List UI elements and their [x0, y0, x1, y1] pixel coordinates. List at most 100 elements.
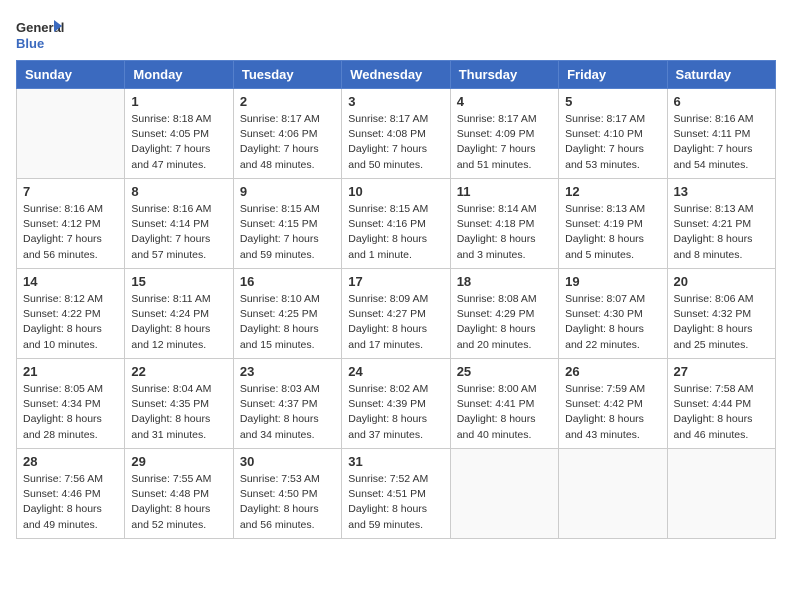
col-header-wednesday: Wednesday — [342, 61, 450, 89]
calendar-week-row: 28 Sunrise: 7:56 AM Sunset: 4:46 PM Dayli… — [17, 449, 776, 539]
cell-info: Sunrise: 8:16 AM Sunset: 4:11 PM Dayligh… — [674, 112, 769, 173]
col-header-friday: Friday — [559, 61, 667, 89]
day-number: 16 — [240, 274, 335, 289]
day-number: 12 — [565, 184, 660, 199]
day-number: 17 — [348, 274, 443, 289]
calendar-cell: 2 Sunrise: 8:17 AM Sunset: 4:06 PM Daylig… — [233, 89, 341, 179]
calendar-cell: 9 Sunrise: 8:15 AM Sunset: 4:15 PM Daylig… — [233, 179, 341, 269]
calendar-cell: 16 Sunrise: 8:10 AM Sunset: 4:25 PM Dayli… — [233, 269, 341, 359]
calendar-cell: 27 Sunrise: 7:58 AM Sunset: 4:44 PM Dayli… — [667, 359, 775, 449]
cell-info: Sunrise: 7:58 AM Sunset: 4:44 PM Dayligh… — [674, 382, 769, 443]
day-number: 30 — [240, 454, 335, 469]
calendar-cell: 10 Sunrise: 8:15 AM Sunset: 4:16 PM Dayli… — [342, 179, 450, 269]
cell-info: Sunrise: 8:17 AM Sunset: 4:09 PM Dayligh… — [457, 112, 552, 173]
cell-info: Sunrise: 7:53 AM Sunset: 4:50 PM Dayligh… — [240, 472, 335, 533]
day-number: 6 — [674, 94, 769, 109]
day-number: 18 — [457, 274, 552, 289]
calendar-cell — [667, 449, 775, 539]
cell-info: Sunrise: 8:16 AM Sunset: 4:12 PM Dayligh… — [23, 202, 118, 263]
page-header: General Blue — [16, 16, 776, 52]
day-number: 24 — [348, 364, 443, 379]
cell-info: Sunrise: 8:15 AM Sunset: 4:16 PM Dayligh… — [348, 202, 443, 263]
day-number: 4 — [457, 94, 552, 109]
cell-info: Sunrise: 8:08 AM Sunset: 4:29 PM Dayligh… — [457, 292, 552, 353]
calendar-cell: 5 Sunrise: 8:17 AM Sunset: 4:10 PM Daylig… — [559, 89, 667, 179]
cell-info: Sunrise: 8:14 AM Sunset: 4:18 PM Dayligh… — [457, 202, 552, 263]
calendar-cell: 26 Sunrise: 7:59 AM Sunset: 4:42 PM Dayli… — [559, 359, 667, 449]
cell-info: Sunrise: 8:10 AM Sunset: 4:25 PM Dayligh… — [240, 292, 335, 353]
cell-info: Sunrise: 8:00 AM Sunset: 4:41 PM Dayligh… — [457, 382, 552, 443]
day-number: 19 — [565, 274, 660, 289]
calendar-cell: 8Sunrise: 8:16 AM Sunset: 4:14 PM Daylig… — [125, 179, 233, 269]
cell-info: Sunrise: 8:17 AM Sunset: 4:08 PM Dayligh… — [348, 112, 443, 173]
calendar-cell: 20 Sunrise: 8:06 AM Sunset: 4:32 PM Dayli… — [667, 269, 775, 359]
calendar-cell: 7 Sunrise: 8:16 AM Sunset: 4:12 PM Daylig… — [17, 179, 125, 269]
cell-info: Sunrise: 7:56 AM Sunset: 4:46 PM Dayligh… — [23, 472, 118, 533]
calendar-cell: 6 Sunrise: 8:16 AM Sunset: 4:11 PM Daylig… — [667, 89, 775, 179]
calendar-cell: 19 Sunrise: 8:07 AM Sunset: 4:30 PM Dayli… — [559, 269, 667, 359]
day-number: 5 — [565, 94, 660, 109]
day-number: 21 — [23, 364, 118, 379]
calendar-cell: 15Sunrise: 8:11 AM Sunset: 4:24 PM Dayli… — [125, 269, 233, 359]
day-number: 26 — [565, 364, 660, 379]
calendar-cell: 17 Sunrise: 8:09 AM Sunset: 4:27 PM Dayli… — [342, 269, 450, 359]
day-number: 14 — [23, 274, 118, 289]
cell-info: Sunrise: 8:12 AM Sunset: 4:22 PM Dayligh… — [23, 292, 118, 353]
col-header-tuesday: Tuesday — [233, 61, 341, 89]
calendar-cell — [450, 449, 558, 539]
svg-text:Blue: Blue — [16, 36, 44, 51]
day-number: 9 — [240, 184, 335, 199]
day-number: 23 — [240, 364, 335, 379]
calendar-cell — [17, 89, 125, 179]
cell-info: Sunrise: 8:09 AM Sunset: 4:27 PM Dayligh… — [348, 292, 443, 353]
day-number: 31 — [348, 454, 443, 469]
cell-info: Sunrise: 8:07 AM Sunset: 4:30 PM Dayligh… — [565, 292, 660, 353]
cell-info: Sunrise: 8:17 AM Sunset: 4:06 PM Dayligh… — [240, 112, 335, 173]
day-number: 28 — [23, 454, 118, 469]
calendar-cell: 24 Sunrise: 8:02 AM Sunset: 4:39 PM Dayli… — [342, 359, 450, 449]
cell-info: Sunrise: 8:03 AM Sunset: 4:37 PM Dayligh… — [240, 382, 335, 443]
day-number: 29 — [131, 454, 226, 469]
calendar-cell: 12 Sunrise: 8:13 AM Sunset: 4:19 PM Dayli… — [559, 179, 667, 269]
cell-info: Sunrise: 8:15 AM Sunset: 4:15 PM Dayligh… — [240, 202, 335, 263]
logo-svg: General Blue — [16, 16, 64, 52]
calendar-cell: 31 Sunrise: 7:52 AM Sunset: 4:51 PM Dayli… — [342, 449, 450, 539]
calendar-cell: 29Sunrise: 7:55 AM Sunset: 4:48 PM Dayli… — [125, 449, 233, 539]
calendar-week-row: 21 Sunrise: 8:05 AM Sunset: 4:34 PM Dayli… — [17, 359, 776, 449]
calendar-cell: 30 Sunrise: 7:53 AM Sunset: 4:50 PM Dayli… — [233, 449, 341, 539]
cell-info: Sunrise: 7:59 AM Sunset: 4:42 PM Dayligh… — [565, 382, 660, 443]
calendar-header-row: SundayMondayTuesdayWednesdayThursdayFrid… — [17, 61, 776, 89]
cell-info: Sunrise: 8:04 AM Sunset: 4:35 PM Dayligh… — [131, 382, 226, 443]
day-number: 3 — [348, 94, 443, 109]
cell-info: Sunrise: 8:02 AM Sunset: 4:39 PM Dayligh… — [348, 382, 443, 443]
cell-info: Sunrise: 7:52 AM Sunset: 4:51 PM Dayligh… — [348, 472, 443, 533]
day-number: 25 — [457, 364, 552, 379]
calendar-cell: 18 Sunrise: 8:08 AM Sunset: 4:29 PM Dayli… — [450, 269, 558, 359]
day-number: 13 — [674, 184, 769, 199]
day-number: 8 — [131, 184, 226, 199]
calendar-cell: 3 Sunrise: 8:17 AM Sunset: 4:08 PM Daylig… — [342, 89, 450, 179]
cell-info: Sunrise: 8:13 AM Sunset: 4:19 PM Dayligh… — [565, 202, 660, 263]
calendar-cell: 14 Sunrise: 8:12 AM Sunset: 4:22 PM Dayli… — [17, 269, 125, 359]
cell-info: Sunrise: 8:18 AM Sunset: 4:05 PM Dayligh… — [131, 112, 226, 173]
day-number: 10 — [348, 184, 443, 199]
col-header-monday: Monday — [125, 61, 233, 89]
cell-info: Sunrise: 8:11 AM Sunset: 4:24 PM Dayligh… — [131, 292, 226, 353]
day-number: 22 — [131, 364, 226, 379]
cell-info: Sunrise: 8:05 AM Sunset: 4:34 PM Dayligh… — [23, 382, 118, 443]
calendar-cell: 28 Sunrise: 7:56 AM Sunset: 4:46 PM Dayli… — [17, 449, 125, 539]
calendar-week-row: 1Sunrise: 8:18 AM Sunset: 4:05 PM Daylig… — [17, 89, 776, 179]
calendar-cell: 25 Sunrise: 8:00 AM Sunset: 4:41 PM Dayli… — [450, 359, 558, 449]
cell-info: Sunrise: 8:17 AM Sunset: 4:10 PM Dayligh… — [565, 112, 660, 173]
calendar-cell — [559, 449, 667, 539]
logo: General Blue — [16, 16, 64, 52]
day-number: 20 — [674, 274, 769, 289]
day-number: 27 — [674, 364, 769, 379]
day-number: 2 — [240, 94, 335, 109]
calendar-cell: 13Sunrise: 8:13 AM Sunset: 4:21 PM Dayli… — [667, 179, 775, 269]
cell-info: Sunrise: 8:06 AM Sunset: 4:32 PM Dayligh… — [674, 292, 769, 353]
calendar-table: SundayMondayTuesdayWednesdayThursdayFrid… — [16, 60, 776, 539]
day-number: 7 — [23, 184, 118, 199]
col-header-saturday: Saturday — [667, 61, 775, 89]
calendar-cell: 1Sunrise: 8:18 AM Sunset: 4:05 PM Daylig… — [125, 89, 233, 179]
